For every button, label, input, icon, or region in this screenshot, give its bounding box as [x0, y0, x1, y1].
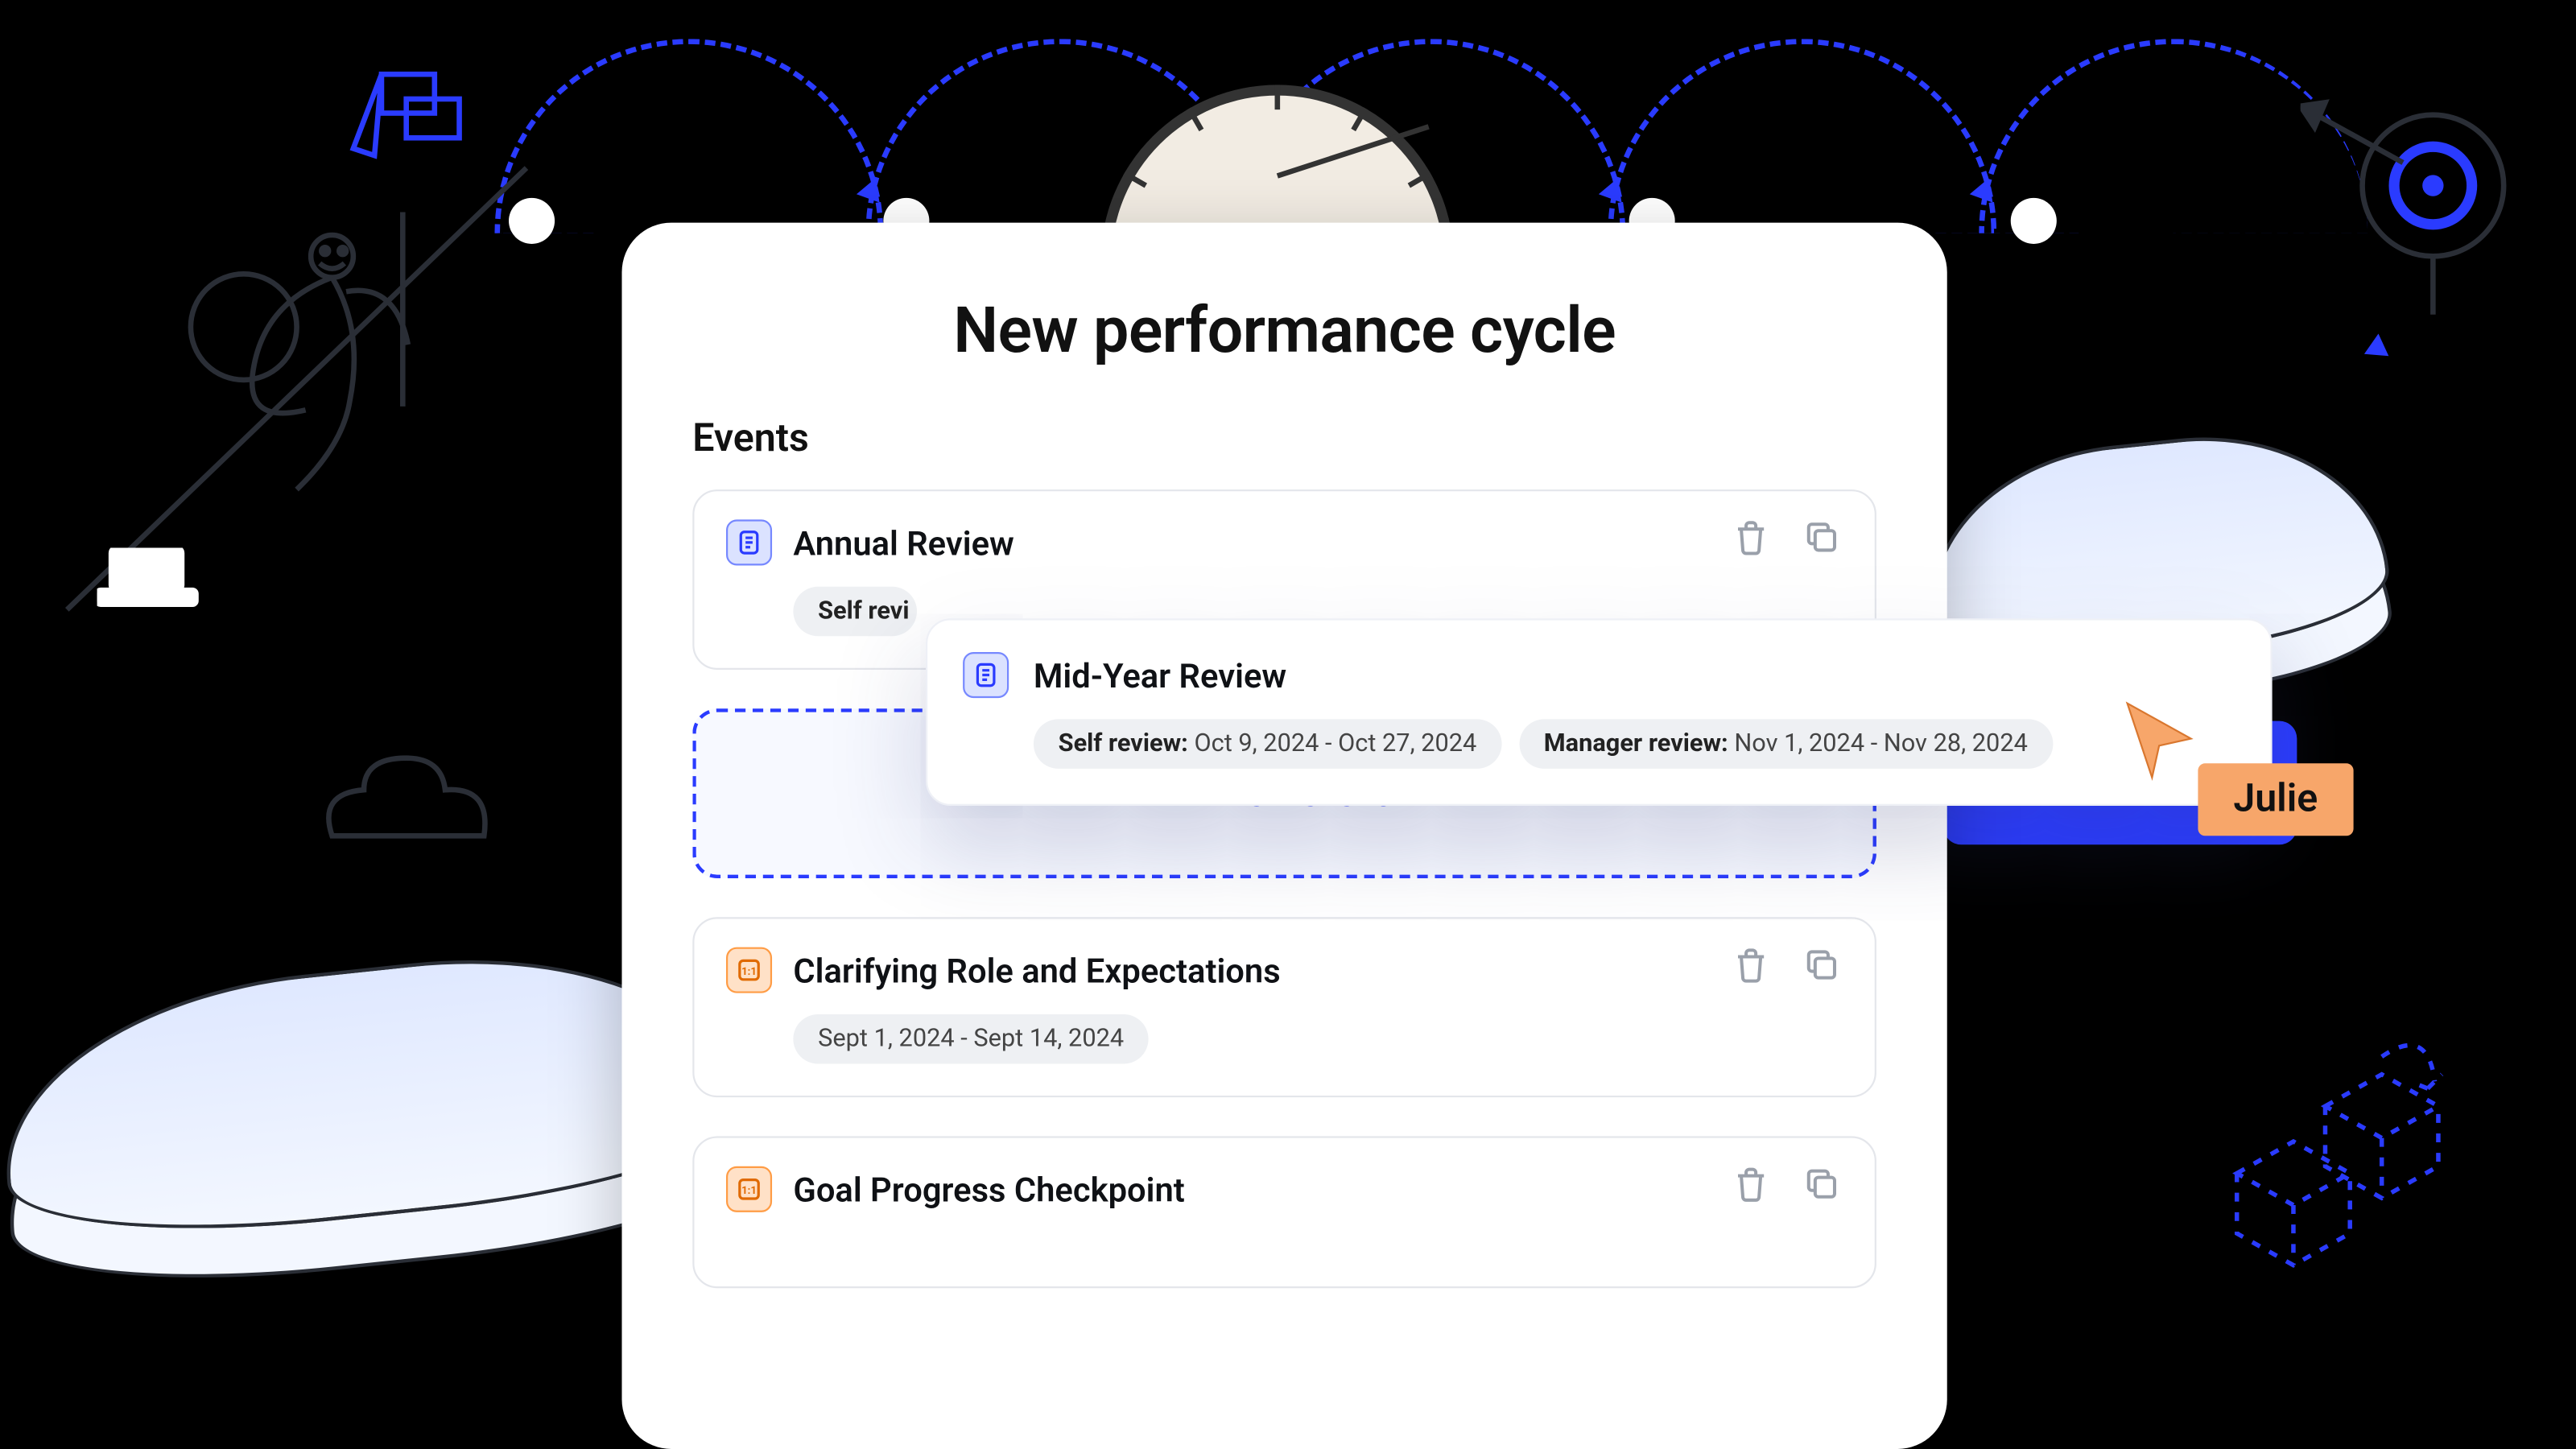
event-title: Mid-Year Review: [1034, 654, 1286, 695]
timeline-node: [2011, 198, 2057, 244]
date-range-chip: Sept 1, 2024 - Sept 14, 2024: [793, 1014, 1148, 1063]
svg-text:1:1: 1:1: [741, 1185, 757, 1197]
arrow-icon: [2364, 334, 2396, 366]
boxes-illustration: [2202, 1014, 2467, 1279]
event-card-clarifying-role[interactable]: 1:1 Clarifying Role and Expectations: [692, 917, 1876, 1097]
self-review-chip: Self review: Oct 9, 2024 - Oct 27, 2024: [1034, 719, 1501, 768]
duplicate-button[interactable]: [1801, 943, 1843, 986]
meeting-icon: 1:1: [726, 947, 772, 993]
event-title: Clarifying Role and Expectations: [793, 950, 1280, 990]
event-card-goal-progress[interactable]: 1:1 Goal Progress Checkpoint: [692, 1136, 1876, 1288]
timeline-arc: [494, 39, 883, 233]
collaborator-cursor-icon: [2116, 696, 2205, 785]
dragged-event-card[interactable]: Mid-Year Review Self review: Oct 9, 2024…: [926, 618, 2273, 806]
delete-button[interactable]: [1730, 516, 1773, 559]
flag-icon: [346, 64, 470, 196]
duplicate-button[interactable]: [1801, 516, 1843, 559]
self-review-chip-label: Self revi: [818, 597, 909, 625]
duplicate-button[interactable]: [1801, 1162, 1843, 1205]
svg-text:1:1: 1:1: [741, 966, 757, 978]
collaborator-name-tag: Julie: [2198, 763, 2353, 836]
performance-cycle-modal: New performance cycle Events Annual Revi…: [621, 223, 1946, 1449]
manager-review-chip: Manager review: Nov 1, 2024 - Nov 28, 20…: [1519, 719, 2053, 768]
target-illustration: [2301, 89, 2512, 318]
event-title: Goal Progress Checkpoint: [793, 1169, 1184, 1209]
event-title: Annual Review: [793, 522, 1013, 563]
delete-button[interactable]: [1730, 943, 1773, 986]
delete-button[interactable]: [1730, 1162, 1773, 1205]
meeting-icon: 1:1: [726, 1166, 772, 1212]
cloud-illustration: [315, 751, 526, 857]
events-list: Annual Review Self revi: [692, 489, 1876, 1288]
review-icon: [963, 652, 1009, 698]
review-icon: [726, 519, 772, 565]
events-section-label: Events: [692, 417, 1876, 461]
laptop-illustration: [97, 548, 204, 619]
modal-title: New performance cycle: [692, 293, 1876, 367]
